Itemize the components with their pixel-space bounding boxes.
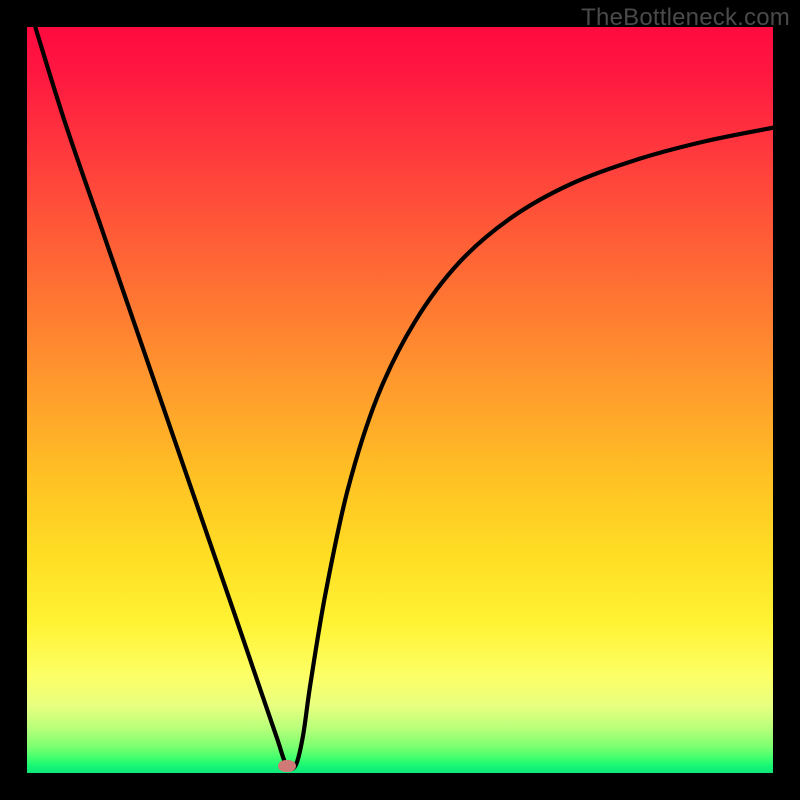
plot-area [27,27,773,773]
minimum-marker [278,760,296,772]
bottleneck-curve [31,12,773,769]
curve-svg [27,27,773,773]
chart-frame: TheBottleneck.com [0,0,800,800]
